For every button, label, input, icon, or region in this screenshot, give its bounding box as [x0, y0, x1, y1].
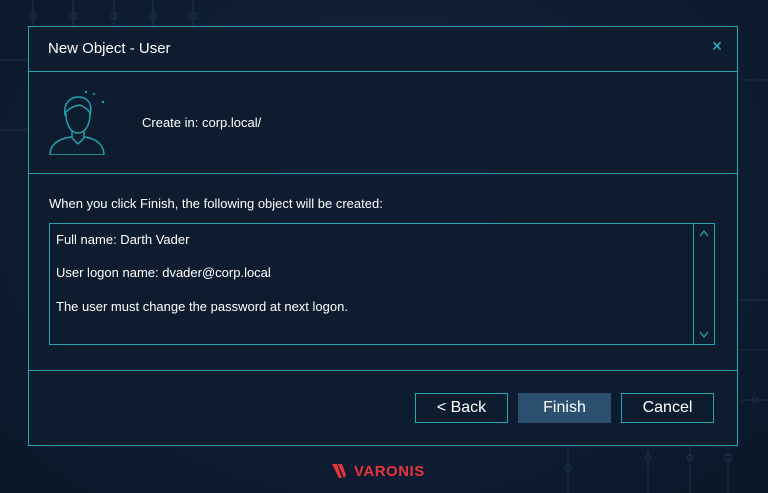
logo-text: VARONIS — [354, 463, 425, 480]
finish-button[interactable]: Finish — [518, 393, 611, 423]
summary-textbox[interactable]: Full name: Darth Vader User logon name: … — [49, 223, 715, 345]
summary-section: When you click Finish, the following obj… — [29, 174, 737, 371]
chevron-down-icon[interactable] — [697, 327, 711, 341]
close-icon[interactable]: ✕ — [709, 38, 725, 54]
user-avatar-icon — [49, 90, 105, 155]
back-button[interactable]: < Back — [415, 393, 508, 423]
summary-intro-text: When you click Finish, the following obj… — [49, 196, 383, 211]
varonis-logo-mark-icon — [332, 464, 346, 478]
new-object-user-dialog: New Object - User ✕ Create in: corp.loca… — [28, 26, 738, 446]
summary-scrollbar[interactable] — [693, 224, 714, 344]
chevron-up-icon[interactable] — [697, 227, 711, 241]
summary-full-name: Full name: Darth Vader — [56, 232, 190, 247]
dialog-title: New Object - User — [48, 40, 171, 57]
summary-password-policy: The user must change the password at nex… — [56, 299, 348, 314]
summary-logon-name: User logon name: dvader@corp.local — [56, 265, 271, 280]
dialog-header: Create in: corp.local/ — [29, 72, 737, 174]
create-in-label: Create in: corp.local/ — [142, 115, 262, 130]
cancel-button[interactable]: Cancel — [621, 393, 714, 423]
dialog-titlebar: New Object - User ✕ — [29, 27, 737, 72]
